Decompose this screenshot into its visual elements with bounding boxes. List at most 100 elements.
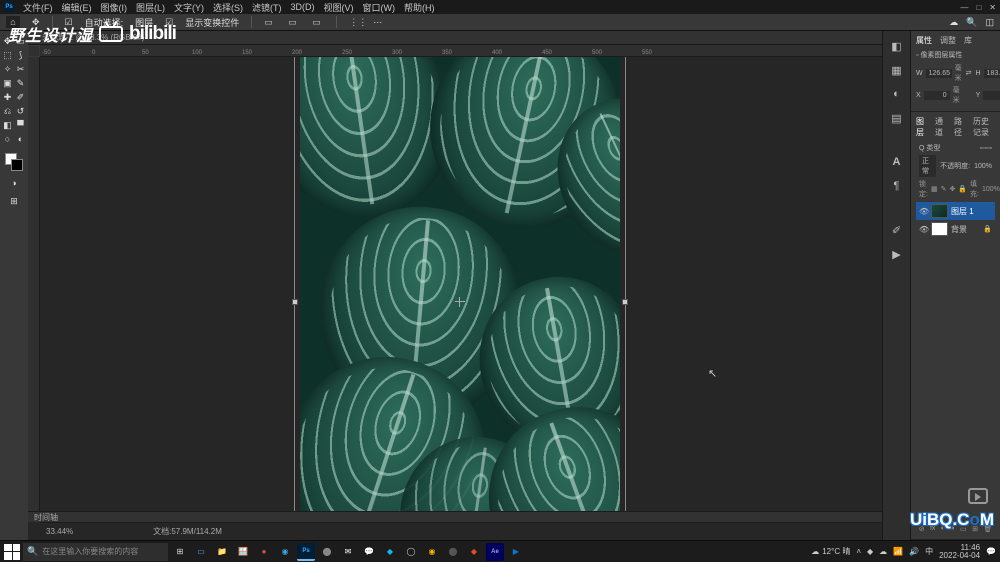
- start-button[interactable]: [4, 544, 20, 560]
- menu-file[interactable]: 文件(F): [23, 1, 53, 14]
- swatches-panel-icon[interactable]: ▦: [890, 63, 904, 77]
- menu-view[interactable]: 视图(V): [324, 1, 354, 14]
- tab-channels[interactable]: 通道: [935, 116, 946, 138]
- tray-volume-icon[interactable]: 🔊: [909, 547, 919, 556]
- video-pip-icon[interactable]: [968, 488, 988, 504]
- taskbar-app[interactable]: ▭: [192, 543, 210, 561]
- height-field[interactable]: 183.04: [984, 69, 1000, 78]
- maximize-button[interactable]: □: [976, 3, 981, 12]
- timeline-panel-tab[interactable]: 时间轴: [28, 511, 882, 522]
- layer-filter-kind[interactable]: Q 类型: [919, 143, 940, 153]
- screen-mode-tool[interactable]: ⊞: [8, 195, 20, 207]
- layer-row-1[interactable]: 👁 图层 1: [916, 202, 995, 220]
- frame-tool[interactable]: ▣: [2, 77, 14, 89]
- layer-row-background[interactable]: 👁 背景 🔒: [916, 220, 995, 238]
- blur-tool[interactable]: ○: [2, 133, 14, 145]
- taskbar-search[interactable]: 🔍 在这里输入你要搜索的内容: [23, 543, 168, 561]
- tray-ime-icon[interactable]: 中: [925, 546, 933, 557]
- tab-adjustments[interactable]: 调整: [940, 35, 956, 46]
- marquee-tool[interactable]: ⬚: [2, 49, 14, 61]
- align-right-icon[interactable]: ▭: [312, 17, 324, 27]
- y-field[interactable]: 0: [983, 91, 1000, 100]
- opacity-value[interactable]: 100%: [974, 163, 992, 170]
- lock-pixels-icon[interactable]: ✎: [941, 185, 947, 193]
- taskbar-app[interactable]: ✉: [339, 543, 357, 561]
- layer-thumbnail[interactable]: [931, 222, 948, 236]
- lock-icon[interactable]: 🔒: [983, 225, 992, 233]
- taskbar-app[interactable]: ◯: [402, 543, 420, 561]
- taskbar-aftereffects[interactable]: Ae: [486, 543, 504, 561]
- history-brush-tool[interactable]: ↺: [15, 105, 27, 117]
- layer-name[interactable]: 背景: [951, 224, 967, 235]
- doc-size[interactable]: 文档:57.9M/114.2M: [153, 526, 222, 537]
- menu-help[interactable]: 帮助(H): [404, 1, 435, 14]
- canvas-viewport[interactable]: ctrl + shift + u 去色 ↖: [40, 57, 882, 522]
- eraser-tool[interactable]: ◧: [2, 119, 14, 131]
- taskbar-app[interactable]: ◆: [381, 543, 399, 561]
- layer-thumbnail[interactable]: [931, 204, 948, 218]
- zoom-level[interactable]: 33.44%: [46, 527, 73, 536]
- fill-value[interactable]: 100%: [982, 186, 1000, 193]
- transform-handle-ml[interactable]: [292, 299, 298, 305]
- taskbar-app[interactable]: ◆: [465, 543, 483, 561]
- gradient-tool[interactable]: ▀: [15, 119, 27, 131]
- taskbar-photoshop[interactable]: Ps: [297, 543, 315, 561]
- lock-all-icon[interactable]: 🔒: [958, 185, 967, 193]
- menu-3d[interactable]: 3D(D): [291, 2, 315, 12]
- width-field[interactable]: 126.65: [926, 69, 952, 78]
- taskbar-app[interactable]: ▶: [507, 543, 525, 561]
- brush-settings-icon[interactable]: ✐: [890, 223, 904, 237]
- minimize-button[interactable]: —: [960, 3, 968, 12]
- lasso-tool[interactable]: ⟆: [15, 49, 27, 61]
- workspace-icon[interactable]: ◫: [985, 17, 994, 28]
- close-button[interactable]: ✕: [989, 3, 996, 12]
- taskbar-app[interactable]: ⬤: [318, 543, 336, 561]
- eyedropper-tool[interactable]: ✎: [15, 77, 27, 89]
- tab-layers[interactable]: 图层: [916, 116, 927, 138]
- ruler-horizontal[interactable]: -50050100150200250300350400450500550: [40, 45, 882, 57]
- menu-edit[interactable]: 编辑(E): [62, 1, 92, 14]
- taskbar-app[interactable]: ⬤: [444, 543, 462, 561]
- color-swatches[interactable]: [5, 153, 23, 171]
- paragraph-panel-icon[interactable]: ¶: [890, 179, 904, 193]
- menu-image[interactable]: 图像(I): [101, 1, 128, 14]
- tab-history[interactable]: 历史记录: [973, 116, 995, 138]
- distribute-icon[interactable]: ⋮⋮: [349, 17, 361, 27]
- blend-mode-select[interactable]: 正常: [919, 155, 936, 177]
- notifications-icon[interactable]: 💬: [986, 547, 996, 556]
- visibility-icon[interactable]: 👁: [919, 207, 928, 216]
- x-field[interactable]: 0: [924, 91, 950, 100]
- stamp-tool[interactable]: ⎌: [2, 105, 14, 117]
- artboard[interactable]: ctrl + shift + u 去色: [300, 57, 620, 522]
- taskbar-chrome[interactable]: ◉: [423, 543, 441, 561]
- taskbar-edge[interactable]: ◉: [276, 543, 294, 561]
- color-panel-icon[interactable]: ◧: [890, 39, 904, 53]
- align-center-icon[interactable]: ▭: [288, 17, 300, 27]
- patterns-panel-icon[interactable]: ▤: [890, 111, 904, 125]
- tab-libraries[interactable]: 库: [964, 35, 972, 46]
- menu-select[interactable]: 选择(S): [213, 1, 243, 14]
- tab-properties[interactable]: 属性: [916, 35, 932, 46]
- taskbar-app[interactable]: 🪟: [234, 543, 252, 561]
- brush-tool[interactable]: ✐: [15, 91, 27, 103]
- taskbar-wechat[interactable]: 💬: [360, 543, 378, 561]
- crop-tool[interactable]: ✂: [15, 63, 27, 75]
- wand-tool[interactable]: ✧: [2, 63, 14, 75]
- tab-paths[interactable]: 路径: [954, 116, 965, 138]
- layer-name[interactable]: 图层 1: [951, 206, 974, 217]
- ruler-vertical[interactable]: [28, 57, 40, 522]
- lock-transparency-icon[interactable]: ▦: [931, 185, 938, 193]
- search-icon[interactable]: 🔍: [966, 17, 977, 28]
- lock-position-icon[interactable]: ✥: [949, 185, 955, 193]
- taskbar-app[interactable]: ●: [255, 543, 273, 561]
- menu-type[interactable]: 文字(Y): [174, 1, 204, 14]
- task-view-icon[interactable]: ⊞: [171, 543, 189, 561]
- ruler-origin[interactable]: [28, 45, 40, 57]
- character-panel-icon[interactable]: A: [890, 155, 904, 169]
- dodge-tool[interactable]: ◐: [15, 133, 27, 145]
- tray-chevron-icon[interactable]: ˄: [856, 547, 861, 556]
- menu-layer[interactable]: 图层(L): [136, 1, 165, 14]
- tray-app-icon[interactable]: ◆: [867, 547, 873, 556]
- gradients-panel-icon[interactable]: ◐: [890, 87, 904, 101]
- visibility-icon[interactable]: 👁: [919, 225, 928, 234]
